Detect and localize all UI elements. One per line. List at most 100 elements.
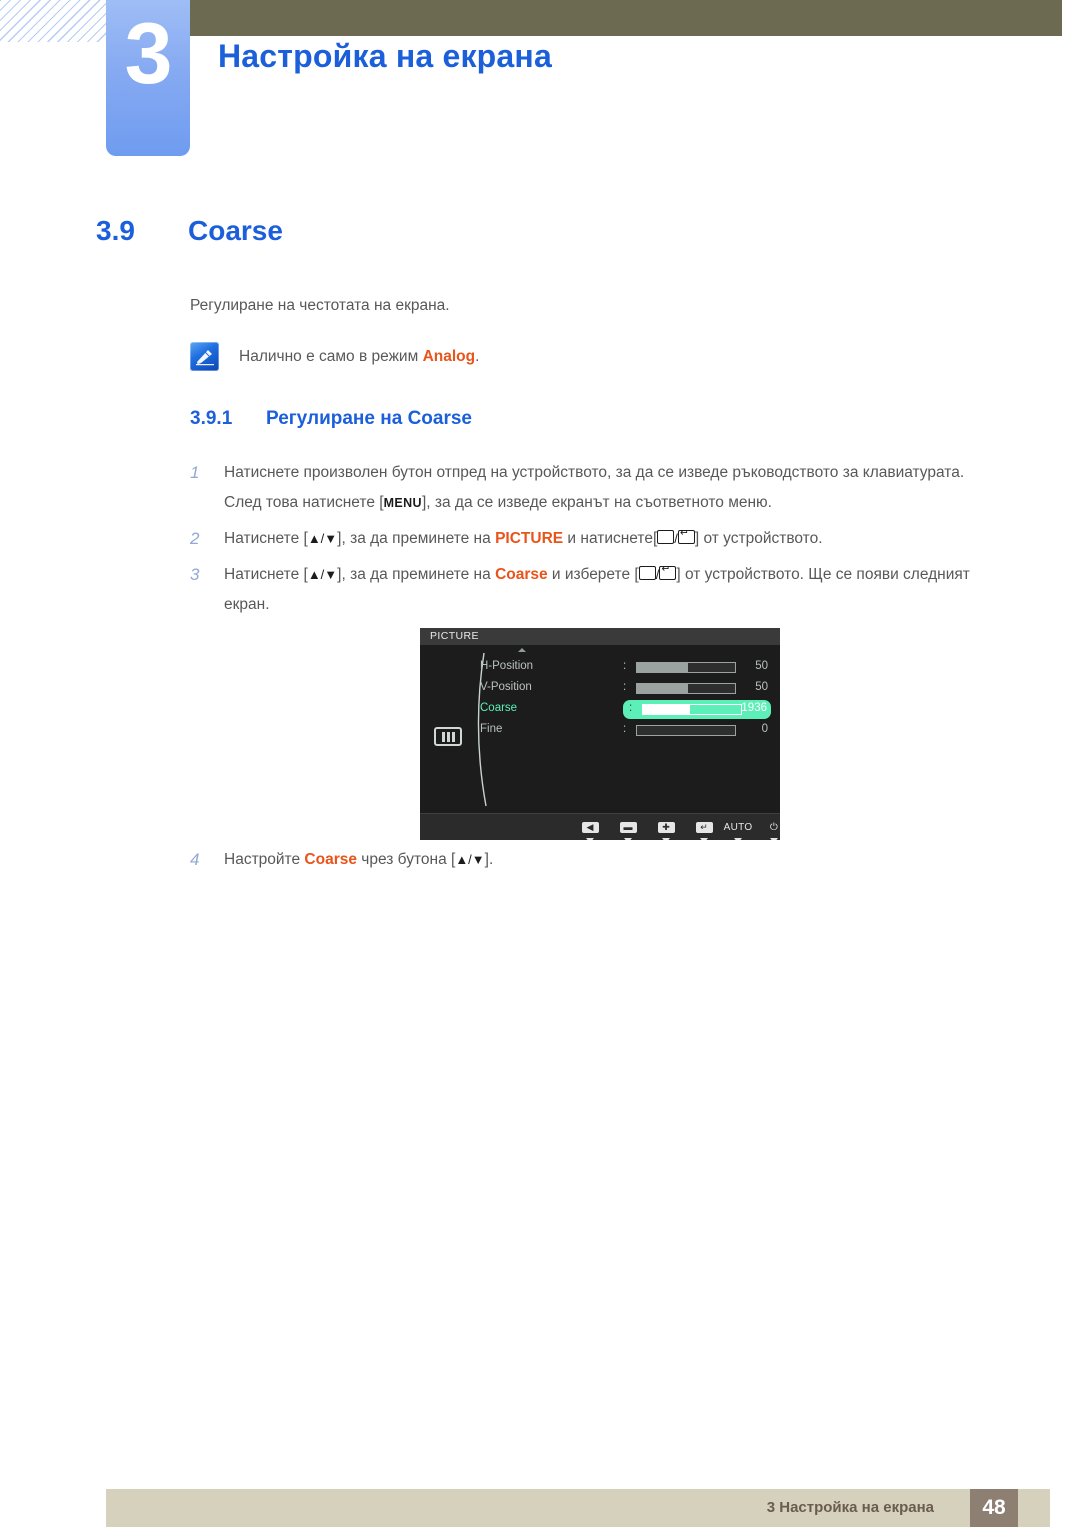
enter-icon[interactable]: ↵ [686, 817, 722, 840]
note-highlight: Analog [422, 348, 476, 365]
subsection-title: Регулиране на Coarse [266, 408, 472, 429]
footer-chapter-label: 3 Настройка на екрана [766, 1499, 934, 1516]
intro-paragraph: Регулиране на честотата на екрана. [190, 297, 450, 314]
osd-row-colon: : [623, 660, 627, 672]
section-heading: 3.9 Coarse [96, 215, 996, 247]
header-olive-bar [190, 0, 1062, 36]
list-item: 3 Натиснете [▲/▼], за да преминете на Co… [190, 560, 990, 620]
step4-part1: Настройте [224, 851, 305, 868]
minus-glyph: ▬ [619, 822, 637, 833]
osd-row-colon: : [623, 723, 627, 735]
back-arrow-icon[interactable]: ◀ [572, 817, 608, 840]
subsection-heading: 3.9.1 Регулиране на Coarse [190, 408, 472, 430]
step2-part3: и натиснете[ [563, 530, 658, 547]
down-caret-icon [624, 838, 632, 840]
osd-title: PICTURE [430, 630, 479, 642]
step-number: 4 [190, 850, 200, 869]
osd-row-colon: : [629, 702, 633, 714]
picture-highlight: PICTURE [495, 530, 564, 547]
source-button-icon [638, 566, 656, 580]
steps-list: 1 Натиснете произволен бутон отпред на у… [190, 458, 990, 626]
down-caret-icon [586, 838, 594, 840]
list-item: 1 Натиснете произволен бутон отпред на у… [190, 458, 990, 518]
note-text-after: . [475, 348, 480, 365]
step4-part2: чрез бутона [ [356, 851, 456, 868]
osd-row-value: 0 [761, 723, 768, 735]
step-text: Натиснете произволен бутон отпред на уст… [224, 458, 990, 518]
coarse-highlight: Coarse [495, 566, 548, 583]
up-down-arrows-icon: ▲/▼ [307, 567, 338, 582]
section-number: 3.9 [96, 215, 135, 246]
page-header: 3 Настройка на екрана [0, 0, 1080, 160]
osd-row-slider[interactable] [636, 683, 736, 694]
enter-button-icon [659, 566, 677, 580]
step3-part1: Натиснете [ [224, 566, 308, 583]
osd-button-guide: ◀ ▬ ✚ ↵ AUTO ⏻ [420, 813, 780, 840]
note-pen-icon [190, 342, 219, 371]
auto-button[interactable]: AUTO [720, 817, 756, 840]
step-text: Настройте Coarse чрез бутона [▲/▼]. [224, 845, 890, 875]
power-icon[interactable]: ⏻ [756, 817, 780, 840]
osd-row-label: Fine [480, 723, 503, 735]
chapter-tab: 3 [106, 0, 190, 156]
list-item: 4 Настройте Coarse чрез бутона [▲/▼]. [190, 845, 890, 875]
note-block: Налично е само в режим Analog. [190, 342, 479, 371]
osd-row-colon: : [623, 681, 627, 693]
osd-row-value: 50 [755, 681, 768, 693]
chapter-number: 3 [124, 6, 173, 102]
step-text: Натиснете [▲/▼], за да преминете на PICT… [224, 524, 990, 554]
plus-glyph: ✚ [657, 822, 675, 833]
step3-part2: ], за да преминете на [337, 566, 496, 583]
page-number-badge: 48 [970, 1489, 1018, 1527]
enter-glyph: ↵ [695, 822, 713, 833]
osd-row-v-position[interactable]: V-Position : 50 [420, 678, 780, 699]
source-button-icon [657, 530, 675, 544]
osd-row-slider[interactable] [642, 704, 742, 715]
down-caret-icon [662, 838, 670, 840]
step2-part1: Натиснете [ [224, 530, 308, 547]
power-glyph: ⏻ [769, 822, 779, 833]
osd-row-value: 50 [755, 660, 768, 672]
caret-up-icon [518, 648, 526, 652]
coarse-highlight: Coarse [304, 851, 357, 868]
decorative-hatch-pattern [0, 0, 108, 42]
list-item: 2 Натиснете [▲/▼], за да преминете на PI… [190, 524, 990, 554]
minus-icon[interactable]: ▬ [610, 817, 646, 840]
step2-part4: ] от устройството. [694, 530, 823, 547]
osd-row-value: 1936 [741, 702, 767, 714]
plus-icon[interactable]: ✚ [648, 817, 684, 840]
osd-screenshot: PICTURE H-Position : 50 V-Position : 50 … [420, 628, 780, 840]
osd-row-coarse-selected[interactable]: : 1936 [623, 700, 771, 719]
section-title: Coarse [188, 215, 283, 246]
chapter-title: Настройка на екрана [218, 38, 552, 74]
auto-label: AUTO [723, 822, 753, 833]
osd-row-slider[interactable] [636, 725, 736, 736]
menu-key-label: MENU [383, 496, 422, 510]
up-down-arrows-icon: ▲/▼ [455, 852, 485, 867]
pen-glyph-icon [196, 350, 214, 366]
note-text-before: Налично е само в режим [239, 348, 423, 365]
down-caret-icon [700, 838, 708, 840]
subsection-number: 3.9.1 [190, 408, 233, 429]
page-footer: 3 Настройка на екрана 48 [106, 1489, 1050, 1527]
osd-body: H-Position : 50 V-Position : 50 Coarse :… [420, 645, 780, 813]
osd-row-label: V-Position [480, 681, 532, 693]
step-number: 1 [190, 463, 200, 482]
osd-row-fine[interactable]: Fine : 0 [420, 720, 780, 741]
note-text: Налично е само в режим Analog. [239, 342, 479, 371]
enter-button-icon [677, 530, 695, 544]
step4-part3: ]. [484, 851, 494, 868]
osd-row-label: H-Position [480, 660, 534, 672]
step2-part2: ], за да преминете на [337, 530, 496, 547]
down-caret-icon [770, 838, 778, 840]
osd-row-slider[interactable] [636, 662, 736, 673]
up-down-arrows-icon: ▲/▼ [307, 531, 338, 546]
step1-part2: ], за да се изведе екранът на съответнот… [421, 494, 772, 511]
step3-part3: и изберете [ [547, 566, 639, 583]
osd-row-h-position[interactable]: H-Position : 50 [420, 657, 780, 678]
step-number: 3 [190, 565, 200, 584]
back-arrow-glyph: ◀ [581, 822, 599, 833]
step-text: Натиснете [▲/▼], за да преминете на Coar… [224, 560, 990, 620]
osd-row-label: Coarse [480, 702, 518, 714]
down-caret-icon [734, 838, 742, 840]
